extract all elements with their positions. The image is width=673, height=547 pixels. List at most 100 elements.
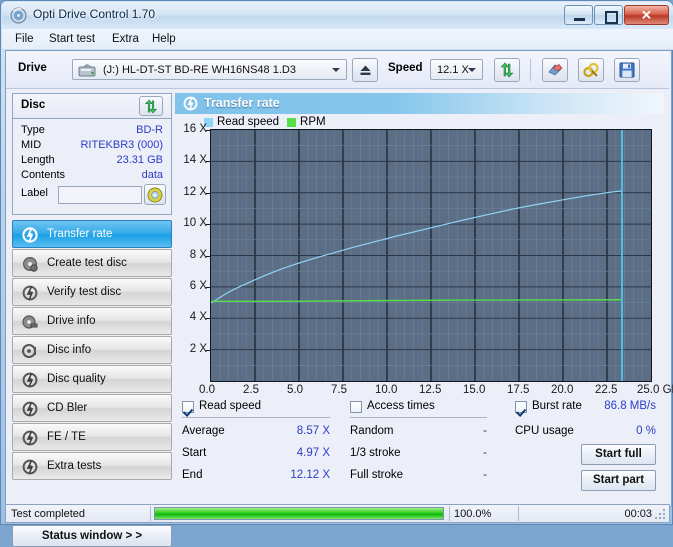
elapsed-time: 00:03: [624, 507, 652, 520]
resize-grip[interactable]: [655, 509, 667, 521]
refresh-button[interactable]: [494, 58, 520, 82]
cpu-usage-key: CPU usage: [515, 425, 574, 437]
access-random-key: Random: [350, 425, 394, 437]
start-part-button[interactable]: Start part: [581, 470, 656, 491]
navigation-list: Transfer rate Create test disc Verify te…: [12, 220, 172, 481]
disc-refresh-button[interactable]: [139, 96, 163, 116]
menu-item-start-test[interactable]: Start test: [44, 32, 100, 46]
disc-quality-icon: [22, 372, 38, 388]
sidebar-label: Verify test disc: [47, 286, 122, 298]
menu-bar: File Start test Extra Help: [2, 29, 673, 50]
x-tick-label: 2.5: [243, 384, 259, 396]
burst-rate-checkbox[interactable]: [515, 401, 527, 413]
status-window-button[interactable]: Status window > >: [12, 525, 172, 547]
y-tick-label: 14 X: [183, 154, 207, 167]
x-tick-label: 15.0: [463, 384, 486, 396]
start-full-label: Start full: [595, 448, 642, 460]
read-speed-end-value: 12.12 X: [290, 469, 330, 481]
panel-header: Transfer rate: [175, 93, 664, 114]
drive-value: (J:) HL-DT-ST BD-RE WH16NS48 1.D3: [103, 64, 296, 76]
disc-row-type-value: BD-R: [136, 124, 163, 136]
disc-verify-icon: [22, 285, 38, 301]
speed-select[interactable]: 12.1 X: [430, 59, 483, 80]
drive-info-icon: [22, 315, 38, 329]
maximize-button[interactable]: [594, 5, 623, 25]
legend-swatch-rpm: [287, 117, 297, 127]
sidebar-item-disc-quality[interactable]: Disc quality: [12, 365, 172, 393]
sidebar-label: Disc quality: [47, 373, 106, 385]
x-tick-label: 20.0: [551, 384, 574, 396]
fe-te-icon: [22, 430, 38, 446]
sidebar-item-extra-tests[interactable]: Extra tests: [12, 452, 172, 480]
sidebar-label: Create test disc: [47, 257, 127, 269]
erase-button[interactable]: [542, 58, 568, 82]
speed-label: Speed: [388, 62, 423, 74]
disc-row-mid-value: RITEKBR3 (000): [80, 139, 163, 151]
eject-button[interactable]: [352, 58, 378, 82]
sidebar-item-disc-info[interactable]: Disc info: [12, 336, 172, 364]
sidebar-item-drive-info[interactable]: Drive info: [12, 307, 172, 335]
read-speed-start-value: 4.97 X: [296, 447, 330, 459]
read-speed-average-value: 8.57 X: [296, 425, 330, 437]
y-tick-label: 8 X: [189, 248, 207, 261]
speed-value: 12.1 X: [437, 64, 469, 76]
disc-row-contents-value: data: [141, 169, 163, 181]
x-tick-label: 10.0: [375, 384, 398, 396]
y-tick-label: 2 X: [189, 342, 207, 355]
status-divider: [449, 506, 450, 521]
access-times-checkbox[interactable]: [350, 401, 362, 413]
chart-plot-area: [210, 129, 652, 382]
x-tick-label: 22.5: [595, 384, 618, 396]
access-times-checkbox-label: Access times: [367, 400, 435, 412]
x-tick-label: 12.5: [419, 384, 442, 396]
extra-tests-icon: [22, 459, 38, 475]
menu-item-file[interactable]: File: [10, 32, 39, 46]
read-speed-start-key: Start: [182, 447, 207, 459]
sidebar-item-cd-bler[interactable]: CD Bler: [12, 394, 172, 422]
chart-legend: Read speed RPM: [204, 116, 326, 128]
sidebar-item-create-test-disc[interactable]: Create test disc: [12, 249, 172, 277]
x-tick-label: 25.0 GB: [637, 384, 673, 396]
sidebar-label: FE / TE: [47, 431, 86, 443]
disc-label-button[interactable]: [144, 184, 166, 205]
refresh-icon: [144, 99, 158, 114]
disc-test-icon: [22, 227, 38, 243]
sidebar-label: Disc info: [47, 344, 92, 356]
minimize-button[interactable]: [564, 5, 593, 25]
tools-button[interactable]: [578, 58, 604, 82]
read-speed-end-key: End: [182, 469, 203, 481]
menu-item-extra[interactable]: Extra: [107, 32, 144, 46]
disc-box-title: Disc: [21, 99, 46, 111]
chart-svg: [210, 130, 651, 381]
disc-label-input[interactable]: [58, 186, 142, 204]
disc-row-mid-key: MID: [21, 139, 42, 151]
read-speed-checkbox-label: Read speed: [199, 400, 262, 412]
save-icon: [619, 62, 635, 78]
drive-icon: [78, 64, 96, 77]
access-random-value: -: [483, 425, 487, 437]
sidebar-item-transfer-rate[interactable]: Transfer rate: [12, 220, 172, 248]
sidebar-label: Extra tests: [47, 460, 102, 472]
menu-item-help[interactable]: Help: [147, 32, 181, 46]
disc-info-icon: [22, 344, 36, 358]
read-speed-checkbox[interactable]: [182, 401, 194, 413]
chevron-down-icon: [332, 68, 340, 72]
drive-toolbar: Drive (J:) HL-DT-ST BD-RE WH16NS48 1.D3 …: [6, 51, 669, 89]
toolbar-divider: [530, 59, 531, 81]
drive-select[interactable]: (J:) HL-DT-ST BD-RE WH16NS48 1.D3: [72, 59, 347, 80]
y-tick-mark: [206, 286, 210, 288]
sidebar-item-verify-test-disc[interactable]: Verify test disc: [12, 278, 172, 306]
access-third-stroke-value: -: [483, 447, 487, 459]
save-button[interactable]: [614, 58, 640, 82]
access-times-rule: [350, 417, 487, 418]
title-bar: Opti Drive Control 1.70 ✕: [2, 2, 673, 29]
transfer-rate-panel: Transfer rate Read speed RPM 2 X 4 X 6 X 8 …: [175, 93, 673, 547]
y-tick-mark: [206, 255, 210, 257]
sidebar-item-fe-te[interactable]: FE / TE: [12, 423, 172, 451]
read-speed-rule: [182, 417, 330, 418]
disc-row-contents-key: Contents: [21, 169, 66, 181]
start-full-button[interactable]: Start full: [581, 444, 656, 465]
access-full-stroke-value: -: [483, 469, 487, 481]
close-button[interactable]: ✕: [624, 5, 669, 25]
panel-title: Transfer rate: [204, 96, 280, 110]
